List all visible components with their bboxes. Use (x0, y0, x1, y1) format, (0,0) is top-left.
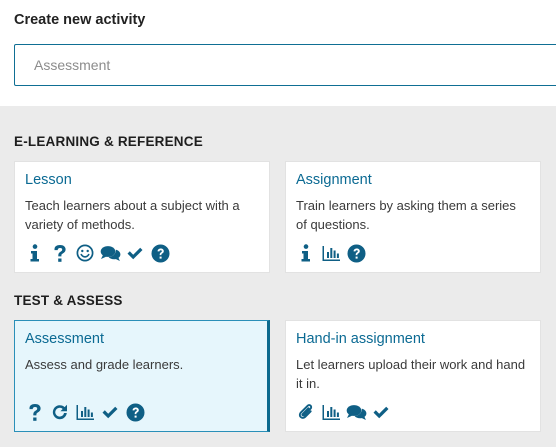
question-icon (49, 242, 71, 264)
activity-search-input[interactable] (14, 44, 556, 86)
card-title: Lesson (25, 172, 72, 188)
card-title: Assessment (25, 331, 104, 347)
bar-chart-icon (320, 401, 342, 423)
card-hand-in-assignment[interactable]: Hand-in assignment Let learners upload t… (285, 320, 541, 432)
help-circle-icon (149, 242, 171, 264)
activity-panel: E-LEARNING & REFERENCE Lesson Teach lear… (0, 106, 556, 447)
paperclip-icon (295, 401, 317, 423)
comments-icon (99, 242, 121, 264)
bar-chart-icon (74, 401, 96, 423)
check-icon (99, 401, 121, 423)
refresh-icon (49, 401, 71, 423)
card-title: Hand-in assignment (296, 331, 425, 347)
card-lesson[interactable]: Lesson Teach learners about a subject wi… (14, 161, 270, 273)
card-description: Train learners by asking them a series o… (296, 198, 516, 232)
info-icon (295, 242, 317, 264)
section-title-elearning: E-LEARNING & REFERENCE (14, 134, 203, 149)
card-title: Assignment (296, 172, 372, 188)
help-circle-icon (124, 401, 146, 423)
section-title-test-assess: TEST & ASSESS (14, 293, 123, 308)
card-description: Assess and grade learners. (25, 357, 184, 372)
card-description: Teach learners about a subject with a va… (25, 198, 240, 232)
check-icon (124, 242, 146, 264)
bar-chart-icon (320, 242, 342, 264)
card-icons (295, 401, 395, 423)
card-assessment[interactable]: Assessment Assess and grade learners. (14, 320, 270, 432)
card-icons (295, 242, 370, 264)
page-title: Create new activity (14, 12, 146, 28)
comments-icon (345, 401, 367, 423)
smiley-icon (74, 242, 96, 264)
info-icon (24, 242, 46, 264)
check-icon (370, 401, 392, 423)
help-circle-icon (345, 242, 367, 264)
card-icons (24, 401, 149, 423)
header: Create new activity (0, 0, 556, 106)
question-icon (24, 401, 46, 423)
card-icons (24, 242, 174, 264)
card-description: Let learners upload their work and hand … (296, 357, 526, 391)
card-assignment[interactable]: Assignment Train learners by asking them… (285, 161, 541, 273)
